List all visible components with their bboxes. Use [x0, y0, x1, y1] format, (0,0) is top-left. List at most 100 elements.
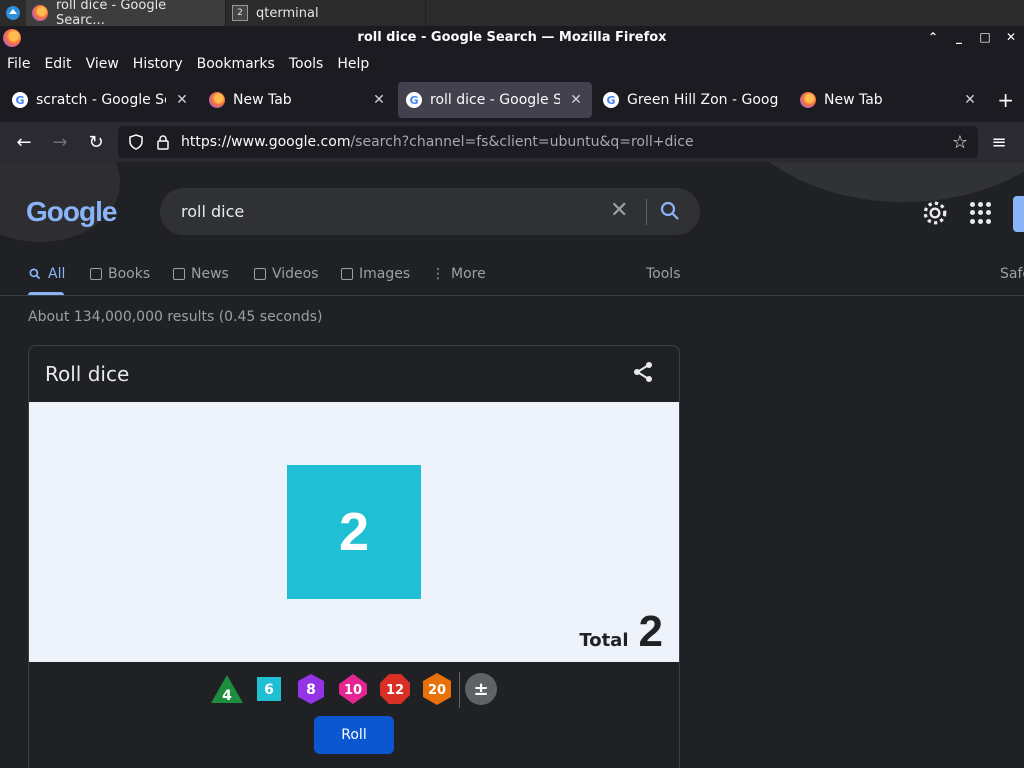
tab-bar: G scratch - Google Sea ✕ New Tab ✕ G rol… [0, 78, 1024, 122]
search-box[interactable]: roll dice ✕ [160, 188, 700, 235]
tab-label: Videos [272, 266, 319, 282]
firefox-icon [209, 92, 225, 108]
tab-roll-dice[interactable]: G roll dice - Google Sea ✕ [398, 82, 592, 118]
d12-polygon-icon[interactable]: 12 [378, 672, 412, 706]
search-nav-tabs: All Books News Videos Images ⋮ More Tool… [0, 258, 1024, 296]
menu-edit[interactable]: Edit [43, 56, 78, 72]
task-firefox[interactable]: roll dice - Google Searc... [26, 0, 226, 28]
active-tab-indicator [28, 292, 64, 295]
tab-tools[interactable]: Tools [646, 266, 681, 282]
tab-images[interactable]: Images [341, 266, 410, 282]
tab-safesearch[interactable]: Safe [1000, 266, 1024, 282]
d20-hexagon-icon[interactable]: 20 [420, 672, 454, 706]
tab-all[interactable]: All [28, 266, 65, 282]
sign-in-button[interactable] [1013, 196, 1024, 232]
new-tab-plus-icon[interactable]: + [997, 88, 1014, 112]
menu-bookmarks[interactable]: Bookmarks [196, 56, 282, 72]
tab-label: Books [108, 266, 151, 282]
tab-scratch[interactable]: G scratch - Google Sea ✕ [4, 82, 198, 118]
maximize-button[interactable]: □ [978, 29, 992, 45]
url-bar[interactable]: https://www.google.com/search?channel=fs… [118, 126, 978, 158]
hamburger-menu-icon[interactable]: ≡ [989, 132, 1009, 153]
d10-polygon-icon[interactable]: 10 [336, 672, 370, 706]
apps-grid-icon[interactable] [970, 202, 992, 224]
total-display: Total 2 [579, 607, 663, 657]
tab-news[interactable]: News [173, 266, 229, 282]
dice-stage: 2 Total 2 [29, 402, 679, 662]
divider [646, 199, 647, 225]
result-stats: About 134,000,000 results (0.45 seconds) [28, 309, 323, 325]
die-result[interactable]: 2 [287, 465, 421, 599]
task-label: roll dice - Google Searc... [56, 0, 167, 28]
book-icon [90, 268, 102, 280]
d8-hexagon-icon[interactable]: 8 [294, 672, 328, 706]
svg-text:6: 6 [264, 682, 274, 698]
tab-label: roll dice - Google Sea [430, 92, 560, 108]
clear-icon[interactable]: ✕ [610, 198, 628, 223]
total-label: Total [579, 630, 629, 651]
close-icon[interactable]: ✕ [371, 92, 387, 108]
tab-books[interactable]: Books [90, 266, 150, 282]
tab-label: All [48, 266, 66, 282]
menu-view[interactable]: View [85, 56, 126, 72]
svg-text:8: 8 [306, 682, 316, 698]
close-icon[interactable]: ✕ [568, 92, 584, 108]
tab-more[interactable]: ⋮ More [431, 266, 486, 282]
tab-label: News [191, 266, 229, 282]
close-icon[interactable]: ✕ [962, 92, 978, 108]
forward-arrow-icon[interactable]: → [50, 132, 70, 153]
taskbar: roll dice - Google Searc... 2 qterminal [0, 0, 1024, 28]
search-icon [29, 268, 41, 280]
tab-videos[interactable]: Videos [254, 266, 319, 282]
minimize-button[interactable]: _ [952, 29, 966, 45]
search-icon[interactable] [658, 199, 682, 223]
d4-triangle-icon[interactable]: 4 [210, 672, 244, 706]
terminal-icon: 2 [232, 5, 248, 21]
start-menu-icon[interactable] [0, 0, 26, 26]
svg-text:±: ± [473, 679, 488, 700]
url-path: /search?channel=fs&client=ubuntu&q=roll+… [350, 134, 694, 150]
google-doodle-logo[interactable]: Google [26, 196, 117, 228]
menu-help[interactable]: Help [336, 56, 376, 72]
d6-square-icon[interactable]: 6 [252, 672, 286, 706]
total-value: 2 [638, 607, 663, 656]
svg-text:20: 20 [428, 683, 446, 698]
news-icon [173, 268, 185, 280]
task-qterminal[interactable]: 2 qterminal [226, 0, 426, 26]
back-arrow-icon[interactable]: ← [14, 132, 34, 153]
gear-icon[interactable] [922, 200, 948, 226]
dice-selector: 4 6 8 10 12 20 ± [29, 666, 679, 712]
search-input[interactable]: roll dice [181, 202, 244, 221]
firefox-icon [800, 92, 816, 108]
tab-green-hill[interactable]: G Green Hill Zon - Goog [595, 82, 789, 118]
google-icon: G [406, 92, 422, 108]
svg-text:4: 4 [222, 688, 232, 704]
tab-label: Images [359, 266, 411, 282]
tab-label: New Tab [824, 92, 883, 108]
url-text: https://www.google.com/search?channel=fs… [181, 134, 694, 150]
menu-history[interactable]: History [132, 56, 190, 72]
close-icon[interactable]: ✕ [174, 92, 190, 108]
tab-label: scratch - Google Sea [36, 92, 166, 108]
task-label: qterminal [256, 5, 319, 21]
roll-button[interactable]: Roll [314, 716, 394, 754]
divider [459, 672, 460, 708]
close-button[interactable]: ✕ [1004, 29, 1018, 45]
shield-icon[interactable] [128, 134, 144, 150]
svg-text:10: 10 [344, 683, 362, 698]
chevron-up-icon[interactable]: ⌃ [926, 29, 940, 45]
modifier-plus-minus-icon[interactable]: ± [464, 672, 498, 706]
svg-text:12: 12 [386, 683, 404, 698]
star-bookmark-icon[interactable]: ☆ [950, 132, 970, 153]
menu-file[interactable]: File [6, 56, 37, 72]
tab-new-tab[interactable]: New Tab ✕ [201, 82, 395, 118]
reload-icon[interactable]: ↻ [86, 132, 106, 153]
more-dots-icon: ⋮ [431, 266, 445, 282]
window-title: roll dice - Google Search — Mozilla Fire… [357, 30, 667, 45]
tab-label: Tools [646, 266, 681, 282]
menu-tools[interactable]: Tools [288, 56, 331, 72]
tab-new-tab-2[interactable]: New Tab ✕ [792, 82, 986, 118]
share-icon[interactable] [631, 360, 655, 384]
page-content: Google roll dice ✕ All Books News Videos… [0, 162, 1024, 768]
lock-icon[interactable] [156, 134, 170, 150]
